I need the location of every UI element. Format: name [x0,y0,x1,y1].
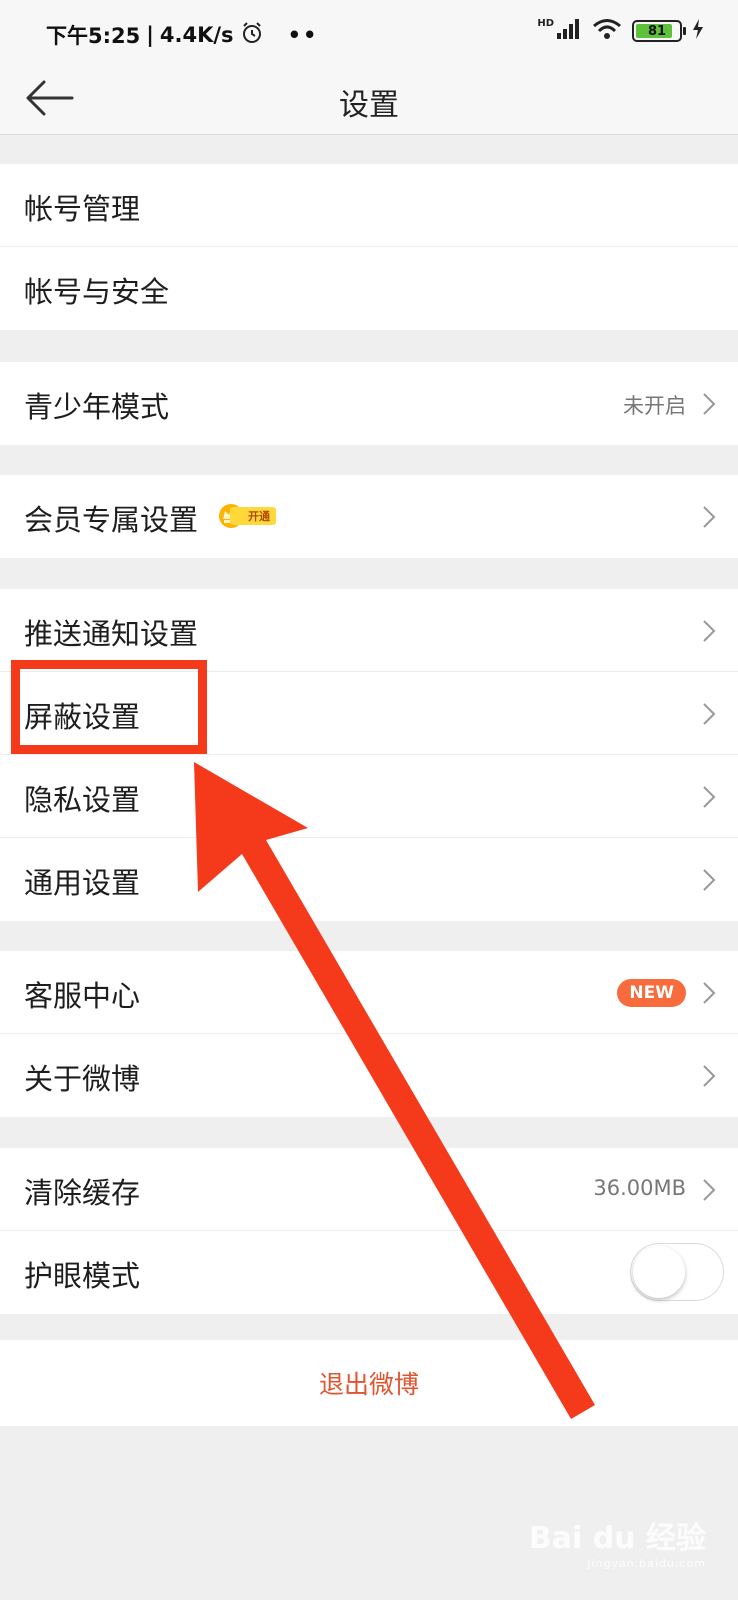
baidu-watermark: Bai du 经验 jingyan.baidu.com [529,1513,706,1570]
pointer-arrow-icon [194,762,595,1419]
watermark-url: jingyan.baidu.com [587,1557,706,1570]
watermark-brand: Bai du 经验 [528,1521,706,1556]
